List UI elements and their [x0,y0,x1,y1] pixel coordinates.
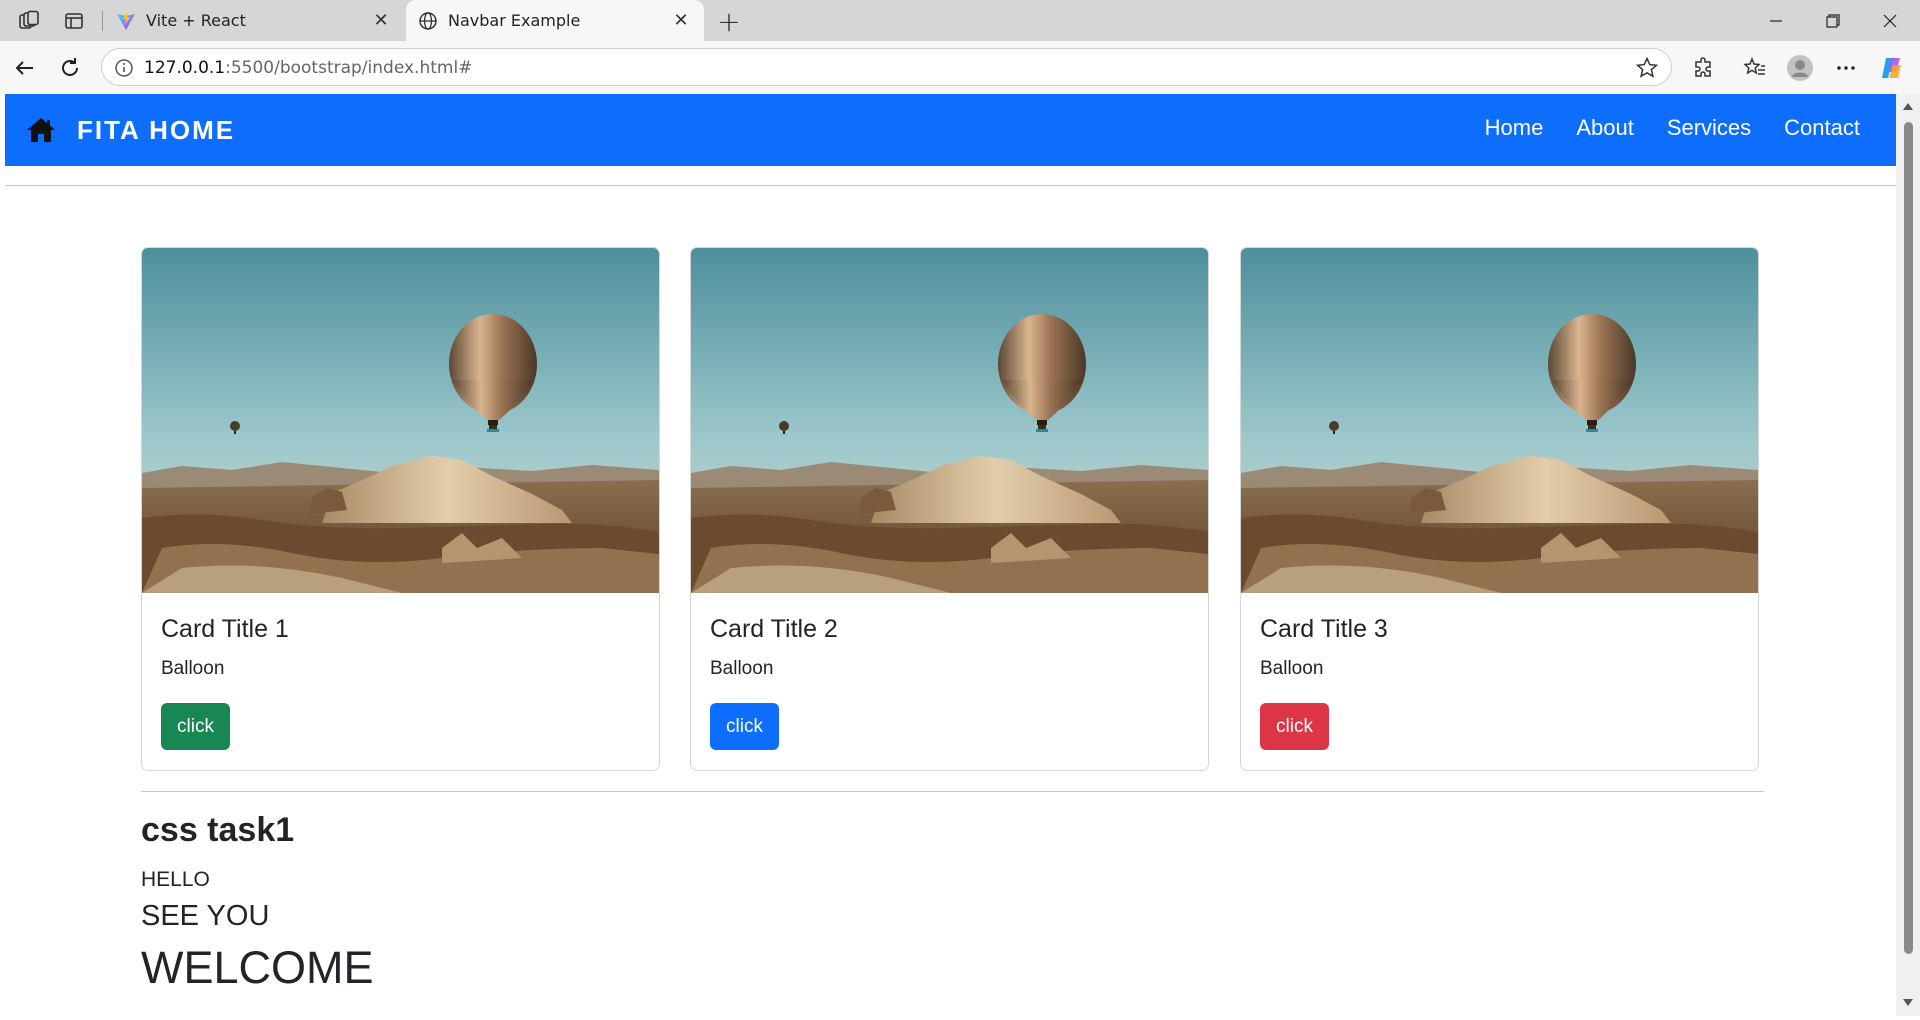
minimize-button[interactable] [1746,0,1806,41]
vertical-tabs-icon[interactable] [61,8,87,34]
nav-link-contact[interactable]: Contact [1784,115,1860,141]
card-title: Card Title 1 [161,615,289,643]
back-arrow-icon[interactable] [11,54,39,82]
card-button[interactable]: click [1260,703,1329,750]
workspaces-icon[interactable] [16,8,42,34]
address-bar[interactable]: 127.0.0.1:5500/bootstrap/index.html# [101,48,1672,86]
page-viewport: FITA HOME Home About Services Contact Ca… [5,94,1896,1016]
tab-navbar-example[interactable]: Navbar Example ✕ [406,0,704,41]
page-scrollbar[interactable] [1896,94,1920,1016]
new-tab-button[interactable]: + [714,5,744,38]
navbar: FITA HOME Home About Services Contact [5,94,1896,166]
card-text: Balloon [1260,658,1324,679]
home-icon[interactable] [25,114,57,146]
nav-link-home[interactable]: Home [1485,115,1544,141]
extensions-icon[interactable] [1690,54,1718,82]
tab-vite-react[interactable]: Vite + React ✕ [104,0,404,41]
reload-icon[interactable] [56,54,84,82]
nav-link-services[interactable]: Services [1667,115,1751,141]
browser-tab-bar: Vite + React ✕ Navbar Example ✕ + [0,0,1920,41]
vite-logo-icon [116,11,136,31]
balloon-image [142,248,659,593]
favorite-star-icon[interactable] [1635,56,1659,80]
card-title: Card Title 3 [1260,615,1388,643]
text-see-you: SEE YOU [141,900,270,932]
navbar-brand[interactable]: FITA HOME [77,115,235,146]
text-welcome: WELCOME [141,942,374,993]
card-button[interactable]: click [710,703,779,750]
copilot-icon[interactable] [1878,54,1906,82]
site-info-icon[interactable] [114,58,134,78]
more-menu-icon[interactable] [1832,54,1860,82]
url-host: 127.0.0.1 [144,58,226,78]
nav-link-about[interactable]: About [1576,115,1634,141]
tab-title: Navbar Example [448,11,581,30]
close-tab-icon[interactable]: ✕ [670,10,692,32]
card-text: Balloon [161,658,225,679]
section-heading: css task1 [141,811,295,849]
restore-button[interactable] [1803,0,1863,41]
close-tab-icon[interactable]: ✕ [370,10,392,32]
balloon-image [691,248,1208,593]
tab-separator [102,11,103,31]
card-3: Card Title 3 Balloon click [1240,247,1759,771]
divider [5,185,1896,186]
divider [141,791,1764,792]
card-button[interactable]: click [161,703,230,750]
balloon-image [1241,248,1758,593]
card-text: Balloon [710,658,774,679]
card-2: Card Title 2 Balloon click [690,247,1209,771]
card-title: Card Title 2 [710,615,838,643]
profile-avatar-icon[interactable] [1786,54,1814,82]
browser-toolbar: 127.0.0.1:5500/bootstrap/index.html# [0,41,1920,94]
tab-title: Vite + React [146,11,246,30]
close-window-button[interactable] [1860,0,1920,41]
card-1: Card Title 1 Balloon click [141,247,660,771]
scroll-thumb[interactable] [1904,122,1913,954]
favorites-icon[interactable] [1741,54,1769,82]
url-path: :5500/bootstrap/index.html# [225,58,473,78]
globe-icon [418,11,438,31]
scroll-down-arrow-icon[interactable] [1902,998,1914,1008]
text-hello: HELLO [141,868,210,891]
url-text: 127.0.0.1:5500/bootstrap/index.html# [144,58,472,78]
scroll-up-arrow-icon[interactable] [1902,101,1914,111]
nav-links: Home About Services Contact [1485,115,1860,141]
